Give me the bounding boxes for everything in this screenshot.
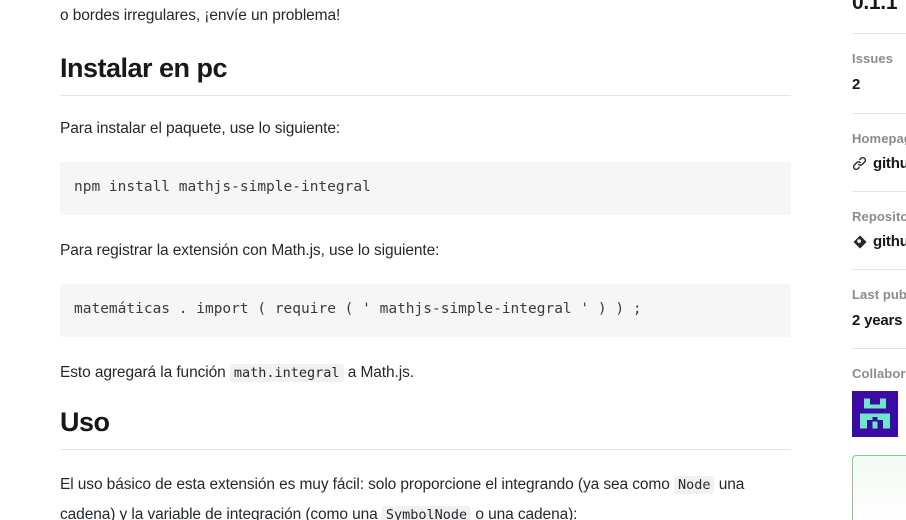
homepage-label: Homepage (852, 131, 906, 146)
heading-instalar-en-pc: Instalar en pc (60, 53, 228, 84)
install-paragraph: Para instalar el paquete, use lo siguien… (60, 120, 341, 138)
repository-link[interactable]: github (852, 233, 906, 250)
sidebar-divider-1 (852, 33, 906, 34)
sidebar-divider-5 (852, 348, 906, 349)
code-token-paren-close-2: ) (615, 301, 625, 318)
code-token-require: require (274, 301, 336, 318)
code-token-dot: . (178, 301, 188, 318)
code-token-semicolon: ; (632, 301, 642, 318)
code-token-quote-close: ' (580, 301, 590, 318)
register-extension-paragraph: Para registrar la extensión con Math.js,… (60, 242, 440, 260)
code-token-paren-close-1: ) (597, 301, 607, 318)
math-integral-paragraph-b: a Math.js. (347, 363, 414, 381)
heading-rule (60, 95, 791, 97)
intro-paragraph: o bordes irregulares, ¡envíe un problema… (60, 7, 341, 24)
uso-paragraph-a: El uso básico de esta extensión es muy f… (60, 476, 670, 494)
try-it-panel[interactable] (852, 455, 906, 520)
code-token-string: mathjs-simple-integral (379, 301, 572, 318)
inline-code-math-integral: math.integral (229, 363, 344, 382)
repository-label: Repository (852, 209, 906, 224)
homepage-link[interactable]: github (852, 155, 906, 172)
code-npm-install-text: npm install mathjs-simple-integral (74, 179, 371, 196)
readme-content: o bordes irregulares, ¡envíe un problema… (0, 0, 838, 520)
inline-code-node: Node (673, 476, 715, 495)
code-token-quote-open: ' (362, 301, 371, 318)
link-chain-icon (852, 156, 867, 171)
issues-count[interactable]: 2 (852, 76, 906, 93)
last-publish-label: Last publish (852, 287, 906, 302)
collaborators-label: Collaborators (852, 366, 906, 381)
github-diamond-icon (852, 234, 867, 249)
code-token-import: import (196, 301, 249, 318)
code-token-variable: matemáticas (74, 301, 171, 318)
code-token-paren-open-1: ( (257, 301, 267, 318)
collaborator-avatar[interactable] (852, 391, 898, 437)
inline-code-symbolnode: SymbolNode (381, 505, 472, 520)
repository-link-text: github (873, 233, 906, 250)
uso-paragraph-c: o una cadena): (475, 505, 578, 520)
sidebar-divider-4 (852, 269, 906, 270)
npm-package-readme-page: o bordes irregulares, ¡envíe un problema… (0, 0, 906, 520)
homepage-link-text: github (873, 155, 906, 172)
math-integral-paragraph-a: Esto agregará la función (60, 363, 226, 381)
heading-uso: Uso (60, 406, 110, 437)
last-publish-value: 2 years ago (852, 312, 906, 329)
code-block-js-import[interactable]: matemáticas . import ( require ( ' mathj… (60, 284, 791, 337)
issues-label: Issues (852, 51, 894, 66)
sidebar-divider-2 (852, 113, 906, 114)
code-block-npm-install[interactable]: npm install mathjs-simple-integral (60, 162, 791, 216)
sidebar-divider-3 (852, 191, 906, 192)
package-metadata-sidebar: 0.1.1 Issues 2 Homepage github Repositor (838, 0, 906, 520)
heading-rule-uso (60, 449, 791, 451)
package-version: 0.1.1 (852, 0, 898, 14)
